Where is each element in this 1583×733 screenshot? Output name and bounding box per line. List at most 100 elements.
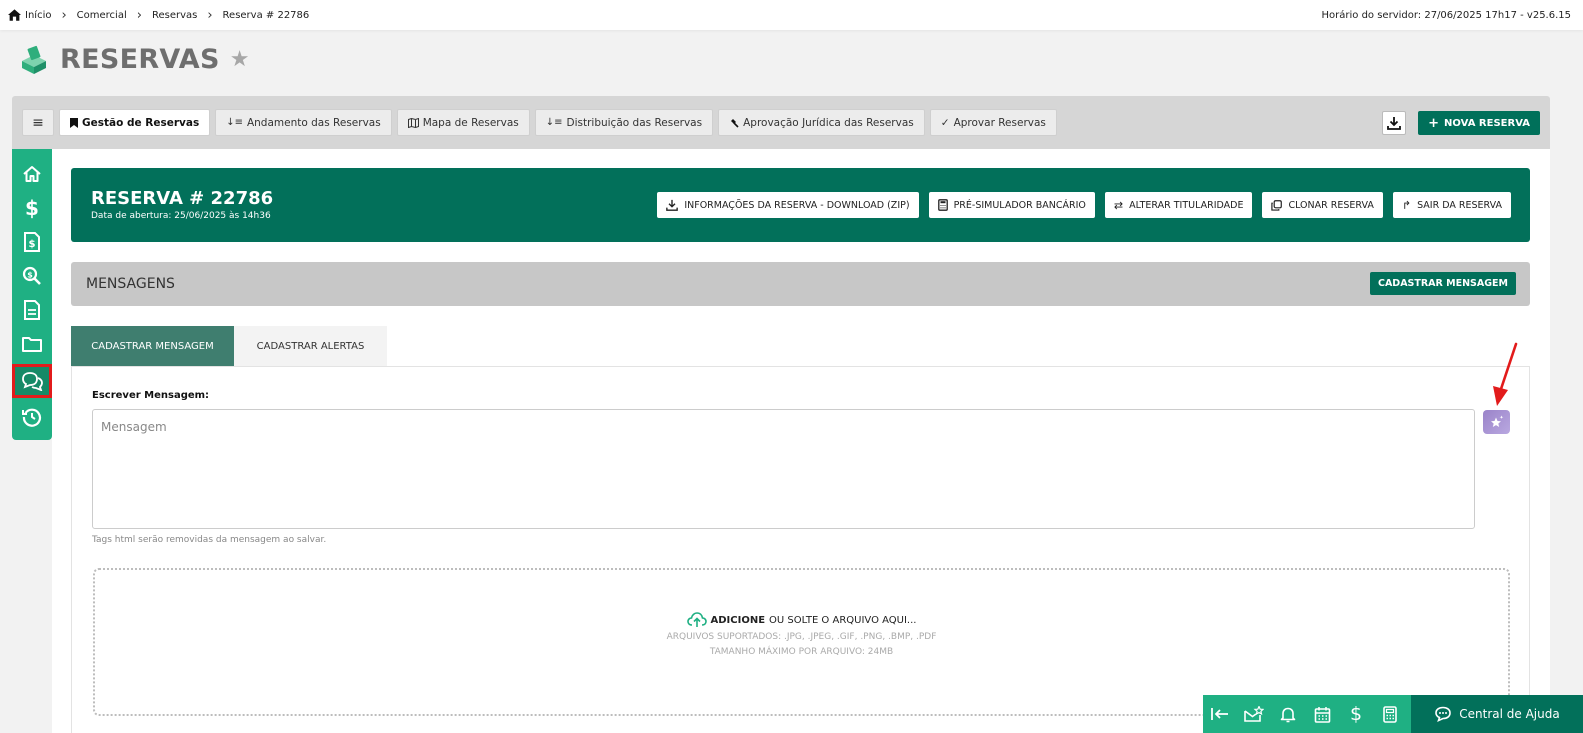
history-icon: [22, 408, 42, 427]
hamburger-icon: ≡: [32, 114, 44, 131]
calculator-button[interactable]: [1373, 695, 1407, 733]
reserva-opening-date: Data de abertura: 25/06/2025 às 14h36: [91, 211, 271, 221]
side-nav-historico[interactable]: [12, 400, 52, 434]
sort-down-icon: ↓≡: [226, 117, 243, 128]
tab-cadastrar-mensagem[interactable]: CADASTRAR MENSAGEM: [71, 326, 234, 366]
chat-help-icon: [1435, 706, 1452, 722]
download-icon: [666, 199, 679, 211]
tab-andamento-reservas[interactable]: ↓≡ Andamento das Reservas: [215, 109, 392, 136]
annotation-arrow-icon: [1493, 342, 1518, 406]
module-tab-bar: ≡ Gestão de Reservas ↓≡ Andamento das Re…: [12, 96, 1550, 149]
chat-bubbles-icon: [22, 372, 43, 391]
map-icon: [407, 117, 419, 128]
plus-icon: +: [1428, 115, 1440, 131]
file-text-icon: [24, 300, 40, 320]
dollar-icon: $: [1349, 703, 1363, 725]
arrow-to-left-icon: [1211, 708, 1228, 720]
nova-reserva-button[interactable]: + NOVA RESERVA: [1418, 111, 1540, 135]
chevron-right-icon: ›: [136, 7, 142, 23]
side-nav-documento-financeiro[interactable]: $: [12, 225, 52, 259]
max-file-size-text: TAMANHO MÁXIMO POR ARQUIVO: 24MB: [709, 647, 894, 657]
svg-text:$: $: [29, 239, 36, 250]
breadcrumb-reservas[interactable]: Reservas: [152, 10, 197, 21]
alterar-titularidade-button[interactable]: ⇄ ALTERAR TITULARIDADE: [1104, 192, 1253, 218]
svg-text:$: $: [27, 271, 33, 280]
top-bar: Início › Comercial › Reservas › Reserva …: [0, 0, 1583, 30]
home-icon: [23, 166, 41, 182]
reserva-title: RESERVA # 22786: [91, 188, 274, 209]
notifications-button[interactable]: [1271, 695, 1305, 733]
add-file-link[interactable]: ADICIONE: [711, 615, 766, 626]
bookmark-icon: [70, 117, 78, 128]
field-label: Escrever Mensagem:: [92, 390, 210, 401]
collapse-left-button[interactable]: [1203, 695, 1237, 733]
breadcrumb-current: Reserva # 22786: [222, 9, 310, 21]
share-arrow-icon: ↱: [1401, 198, 1412, 212]
tab-cadastrar-alertas[interactable]: CADASTRAR ALERTAS: [234, 326, 387, 366]
gavel-icon: [731, 118, 739, 128]
mensagens-tabs: CADASTRAR MENSAGEM CADASTRAR ALERTAS: [71, 326, 387, 366]
breadcrumb: Início › Comercial › Reservas › Reserva …: [8, 8, 309, 23]
page-header: RESERVAS ★: [18, 44, 249, 75]
calendar-button[interactable]: [1305, 695, 1339, 733]
tab-aprovacao-juridica[interactable]: Aprovação Jurídica das Reservas: [718, 109, 925, 136]
side-nav-financeiro[interactable]: $: [12, 191, 52, 225]
ai-assist-button[interactable]: [1483, 410, 1510, 434]
calculator-icon: [1383, 705, 1397, 723]
bell-icon: [1280, 707, 1296, 722]
mensagem-form-panel: Escrever Mensagem: Tags html serão remov…: [71, 366, 1530, 733]
side-nav-home[interactable]: [12, 157, 52, 191]
folder-icon: [22, 337, 42, 352]
check-icon: ✓: [940, 116, 950, 129]
tab-distribuicao-reservas[interactable]: ↓≡ Distribuição das Reservas: [534, 109, 714, 136]
copy-icon: [1271, 199, 1283, 211]
file-dollar-icon: $: [24, 232, 40, 252]
download-button[interactable]: [1382, 111, 1407, 135]
favorites-mail-button[interactable]: [1237, 695, 1271, 733]
download-zip-button[interactable]: INFORMAÇÕES DA RESERVA - DOWNLOAD (ZIP): [657, 192, 919, 218]
tab-gestao-reservas[interactable]: Gestão de Reservas: [59, 109, 211, 136]
mensagem-textarea[interactable]: [92, 409, 1475, 529]
side-nav-mensagens[interactable]: [12, 364, 52, 398]
search-dollar-icon: $: [22, 266, 41, 285]
breadcrumb-home[interactable]: Início: [8, 9, 51, 21]
breadcrumb-comercial[interactable]: Comercial: [77, 10, 127, 21]
dollar-icon: $: [25, 196, 39, 220]
home-icon: [8, 9, 21, 21]
tab-aprovar-reservas[interactable]: ✓ Aprovar Reservas: [929, 109, 1057, 136]
page-title: RESERVAS: [60, 44, 220, 75]
clonar-reserva-button[interactable]: CLONAR RESERVA: [1262, 192, 1383, 218]
server-time: Horário do servidor: 27/06/2025 17h17 - …: [1321, 9, 1571, 21]
calculator-icon: [937, 199, 948, 211]
reservas-logo-icon: [22, 45, 46, 74]
sparkle-star-icon: [1491, 415, 1504, 427]
mensagens-section-header: MENSAGENS CADASTRAR MENSAGEM: [71, 262, 1530, 306]
side-nav: $ $ $: [12, 149, 52, 440]
sort-down-icon: ↓≡: [545, 117, 563, 128]
cloud-upload-icon: [686, 612, 707, 627]
swap-arrows-icon: ⇄: [1113, 198, 1124, 212]
dropzone-text: OU SOLTE O ARQUIVO AQUI...: [769, 614, 917, 626]
download-icon: [1387, 117, 1402, 130]
cadastrar-mensagem-button[interactable]: CADASTRAR MENSAGEM: [1369, 272, 1516, 295]
calendar-icon: [1314, 706, 1330, 723]
section-title: MENSAGENS: [86, 276, 175, 292]
central-ajuda-button[interactable]: Central de Ajuda: [1411, 695, 1583, 733]
chevron-right-icon: ›: [61, 7, 67, 23]
side-nav-arquivos[interactable]: [12, 327, 52, 361]
file-dropzone[interactable]: ADICIONE OU SOLTE O ARQUIVO AQUI... ARQU…: [93, 568, 1510, 716]
supported-files-text: ARQUIVOS SUPORTADOS: .JPG, .JPEG, .GIF, …: [666, 632, 937, 642]
side-nav-consulta[interactable]: $: [12, 259, 52, 293]
financial-button[interactable]: $: [1339, 695, 1373, 733]
bottom-toolbar: $ Central de Ajuda: [1203, 695, 1583, 733]
sair-reserva-button[interactable]: ↱ SAIR DA RESERVA: [1392, 192, 1511, 218]
side-nav-documentos[interactable]: [12, 293, 52, 327]
html-tags-hint: Tags html serão removidas da mensagem ao…: [92, 535, 327, 545]
pre-simulador-button[interactable]: PRÉ-SIMULADOR BANCÁRIO: [928, 192, 1095, 218]
reserva-header: RESERVA # 22786 Data de abertura: 25/06/…: [71, 168, 1530, 242]
menu-toggle-button[interactable]: ≡: [22, 109, 54, 136]
favorite-star-icon[interactable]: ★: [230, 47, 250, 72]
tab-mapa-reservas[interactable]: Mapa de Reservas: [396, 109, 530, 136]
chevron-right-icon: ›: [207, 7, 213, 23]
mail-star-icon: [1244, 706, 1264, 722]
